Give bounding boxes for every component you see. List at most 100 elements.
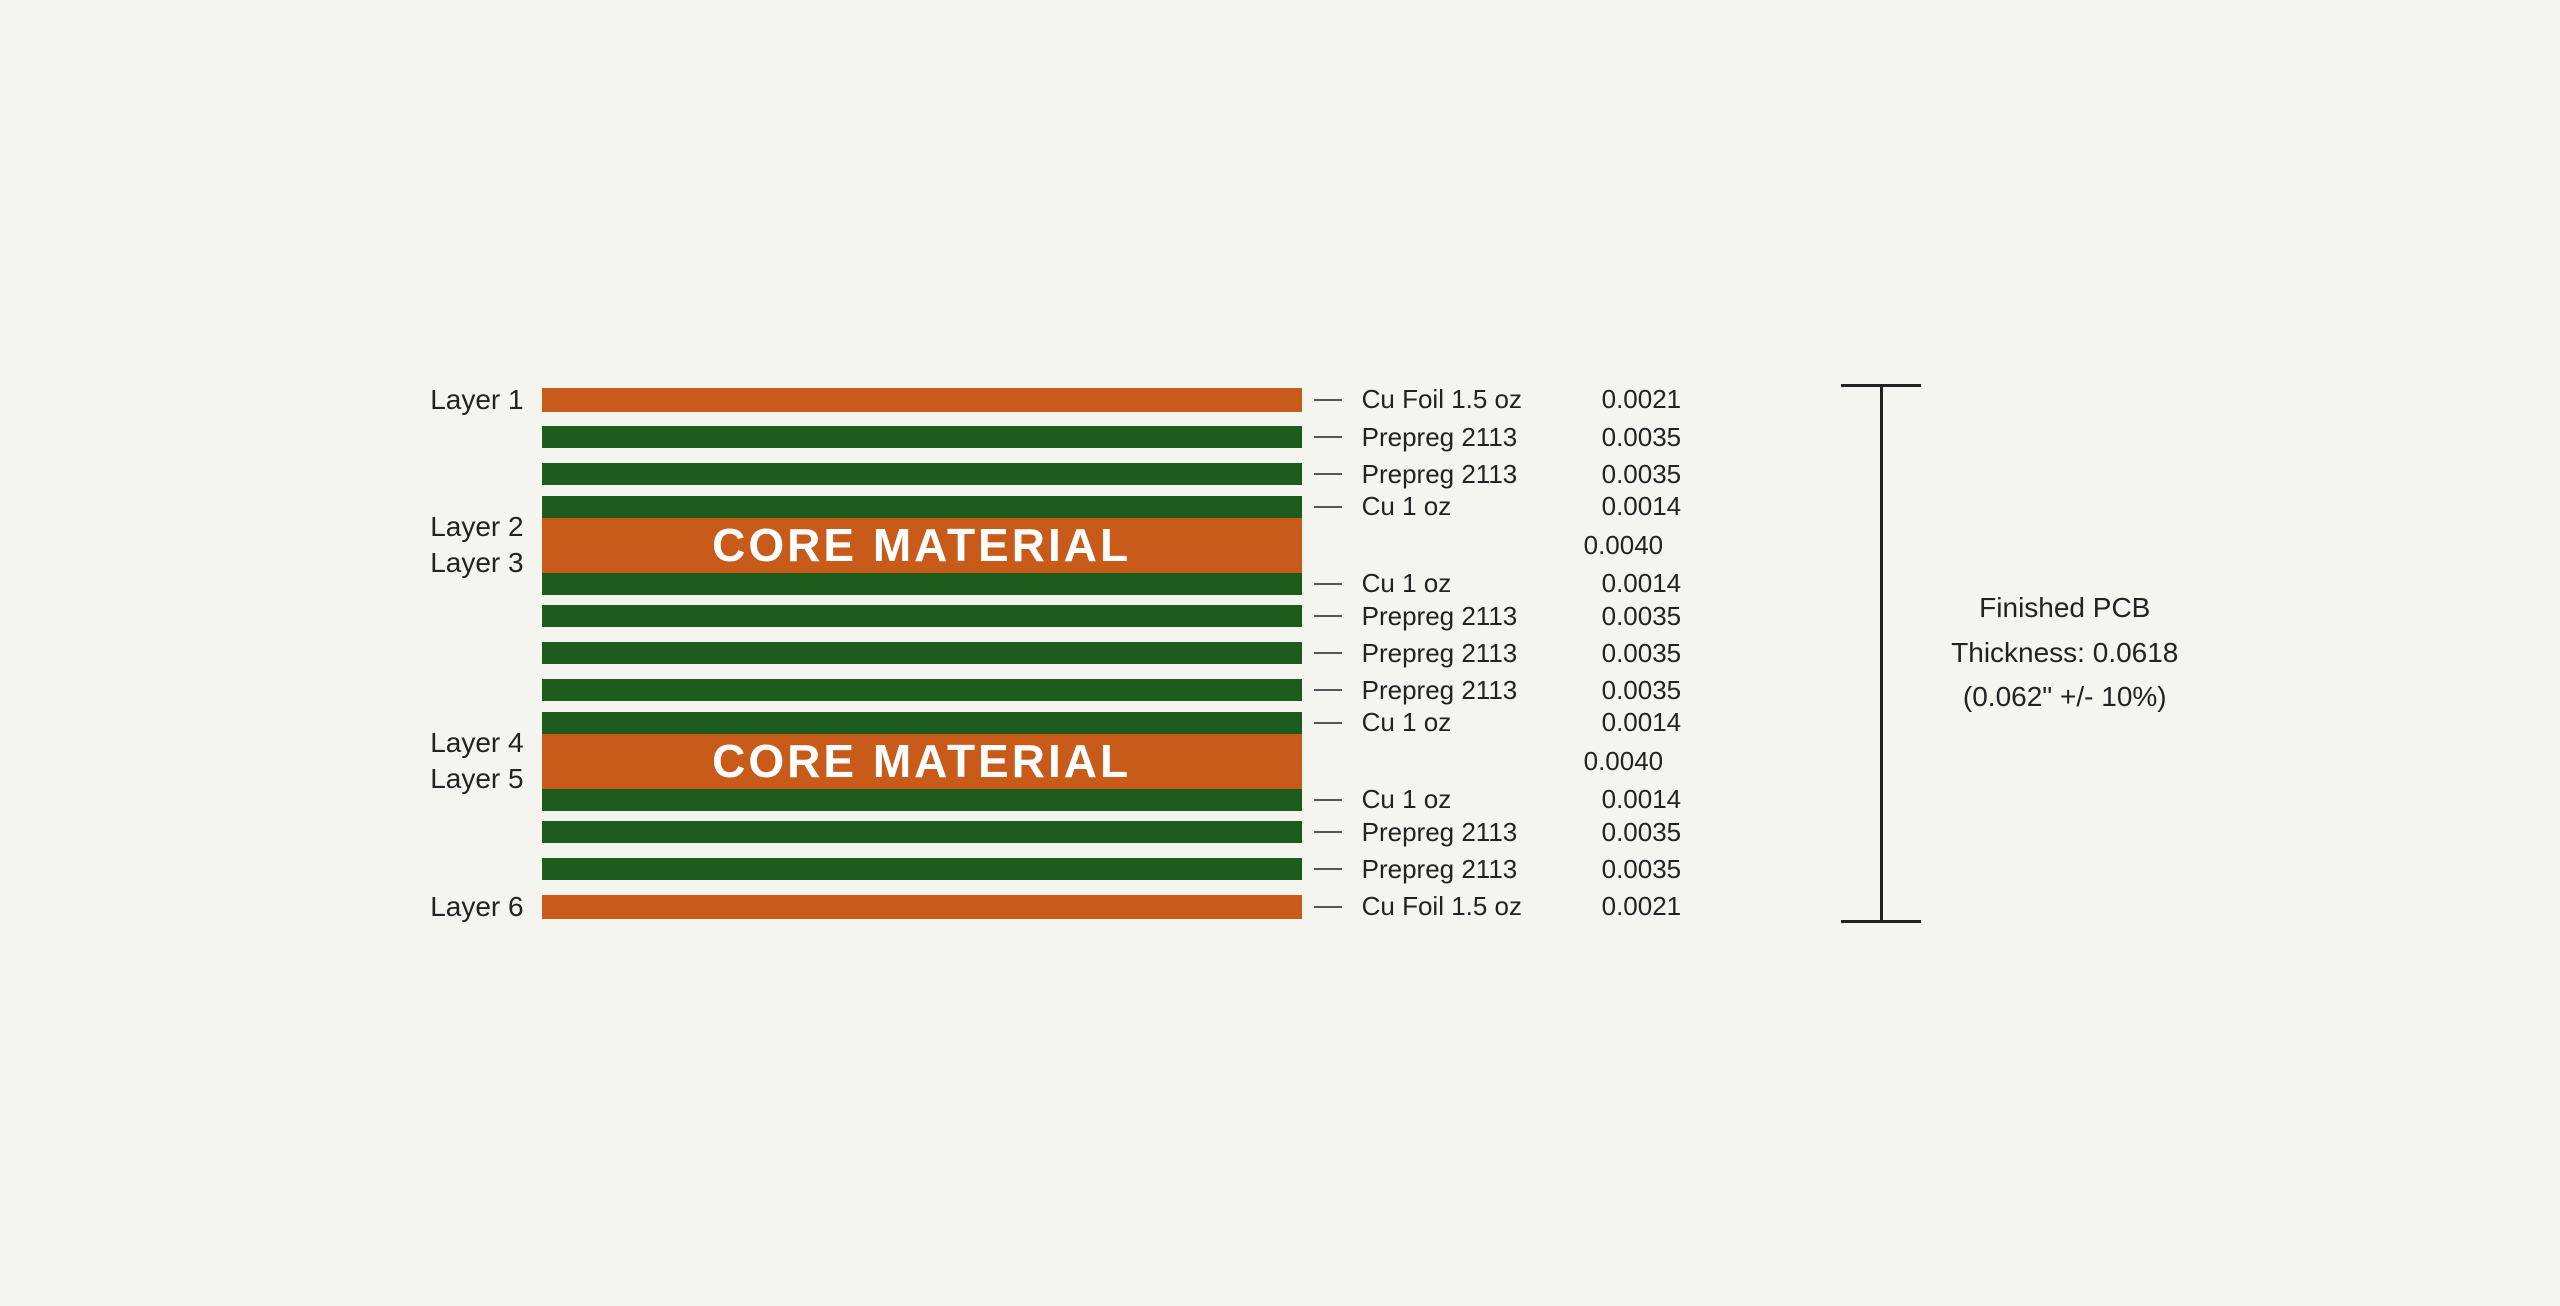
dimension-section: Finished PCB Thickness: 0.0618 (0.062" +… (1841, 384, 2178, 923)
mat-prepreg1: Prepreg 2113 (1362, 422, 1582, 453)
ann-prepreg5: Prepreg 2113 0.0035 (1314, 675, 1682, 706)
row-core2: Layer 4 Layer 5 CORE MATERIAL Cu 1 oz 0.… (382, 712, 1682, 811)
mat-prepreg6: Prepreg 2113 (1362, 817, 1582, 848)
core1-label: CORE MATERIAL (712, 518, 1131, 572)
dim-vertical (1880, 387, 1883, 920)
row-layer6: Layer 6 Cu Foil 1.5 oz 0.0021 (382, 891, 1682, 923)
row-prepreg1: Prepreg 2113 0.0035 (382, 422, 1682, 453)
thick-core1-top: 0.0014 (1602, 491, 1682, 522)
thick-core1-mid: 0.0040 (1584, 530, 1664, 561)
core1-cu-top (542, 496, 1302, 518)
ann-layer6: Cu Foil 1.5 oz 0.0021 (1314, 891, 1682, 922)
ann-core2: Cu 1 oz 0.0014 0.0040 Cu 1 oz 0.0014 (1314, 712, 1682, 811)
bar-prepreg1 (542, 426, 1302, 448)
row-prepreg2: Prepreg 2113 0.0035 (382, 459, 1682, 490)
core1-middle: CORE MATERIAL (542, 518, 1302, 573)
ann-layer1: Cu Foil 1.5 oz 0.0021 (1314, 384, 1682, 415)
mat-core2-top: Cu 1 oz (1362, 707, 1582, 738)
ann-prepreg7: Prepreg 2113 0.0035 (1314, 854, 1682, 885)
mat-prepreg3: Prepreg 2113 (1362, 601, 1582, 632)
tick-core2-top (1314, 722, 1342, 724)
thick-core2-top: 0.0014 (1602, 707, 1682, 738)
ann-core2-mid: 0.0040 (1314, 750, 1682, 772)
mat-layer6: Cu Foil 1.5 oz (1362, 891, 1582, 922)
ann-prepreg2: Prepreg 2113 0.0035 (1314, 459, 1682, 490)
mat-core2-bot: Cu 1 oz (1362, 784, 1582, 815)
tick-prepreg1 (1314, 436, 1342, 438)
ann-core1: Cu 1 oz 0.0014 0.0040 Cu 1 oz 0.0014 (1314, 496, 1682, 595)
thick-core2-mid: 0.0040 (1584, 746, 1664, 777)
mat-prepreg4: Prepreg 2113 (1362, 638, 1582, 669)
ann-core2-bot: Cu 1 oz 0.0014 (1314, 789, 1682, 811)
bar-prepreg5 (542, 679, 1302, 701)
thick-prepreg7: 0.0035 (1602, 854, 1682, 885)
bar-prepreg6 (542, 821, 1302, 843)
row-prepreg6: Prepreg 2113 0.0035 (382, 817, 1682, 848)
tick-layer6 (1314, 906, 1342, 908)
row-prepreg4: Prepreg 2113 0.0035 (382, 638, 1682, 669)
core2-cu-top (542, 712, 1302, 734)
row-layer1: Layer 1 Cu Foil 1.5 oz 0.0021 (382, 384, 1682, 416)
core1-cu-bottom (542, 573, 1302, 595)
diagram-wrapper: Layer 1 Cu Foil 1.5 oz 0.0021 Prepreg 21… (302, 324, 2259, 983)
tick-prepreg2 (1314, 473, 1342, 475)
thick-prepreg4: 0.0035 (1602, 638, 1682, 669)
dim-cap-bottom (1841, 920, 1921, 923)
tick-layer1 (1314, 399, 1342, 401)
thick-prepreg3: 0.0035 (1602, 601, 1682, 632)
tick-prepreg6 (1314, 831, 1342, 833)
row-core1: Layer 2 Layer 3 CORE MATERIAL Cu 1 oz 0.… (382, 496, 1682, 595)
left-label-layer6: Layer 6 (382, 891, 542, 923)
mat-core1-bot: Cu 1 oz (1362, 568, 1582, 599)
core2-cu-bottom (542, 789, 1302, 811)
left-labels-core2: Layer 4 Layer 5 (382, 712, 542, 811)
thick-layer1: 0.0021 (1602, 384, 1682, 415)
mat-prepreg7: Prepreg 2113 (1362, 854, 1582, 885)
bar-prepreg7 (542, 858, 1302, 880)
core2-bars: CORE MATERIAL (542, 712, 1302, 811)
thick-layer6: 0.0021 (1602, 891, 1682, 922)
tick-core1-top (1314, 506, 1342, 508)
tick-prepreg4 (1314, 652, 1342, 654)
tick-prepreg5 (1314, 689, 1342, 691)
stack-rows: Layer 1 Cu Foil 1.5 oz 0.0021 Prepreg 21… (382, 384, 1682, 923)
mat-layer1: Cu Foil 1.5 oz (1362, 384, 1582, 415)
ann-core1-bot: Cu 1 oz 0.0014 (1314, 573, 1682, 595)
thick-prepreg6: 0.0035 (1602, 817, 1682, 848)
ann-prepreg1: Prepreg 2113 0.0035 (1314, 422, 1682, 453)
left-labels-core1: Layer 2 Layer 3 (382, 496, 542, 595)
dimension-label: Finished PCB Thickness: 0.0618 (0.062" +… (1951, 586, 2178, 720)
core1-bars: CORE MATERIAL (542, 496, 1302, 595)
ann-core2-top: Cu 1 oz 0.0014 (1314, 712, 1682, 734)
stack-section: Layer 1 Cu Foil 1.5 oz 0.0021 Prepreg 21… (382, 384, 1682, 923)
thick-core2-bot: 0.0014 (1602, 784, 1682, 815)
row-prepreg7: Prepreg 2113 0.0035 (382, 854, 1682, 885)
tick-core2-bot (1314, 799, 1342, 801)
bar-prepreg2 (542, 463, 1302, 485)
row-prepreg5: Prepreg 2113 0.0035 (382, 675, 1682, 706)
mat-prepreg2: Prepreg 2113 (1362, 459, 1582, 490)
mat-core1-top: Cu 1 oz (1362, 491, 1582, 522)
core2-label: CORE MATERIAL (712, 734, 1131, 788)
thick-prepreg5: 0.0035 (1602, 675, 1682, 706)
bar-copper-top (542, 388, 1302, 412)
dimension-line-group (1841, 384, 1921, 923)
row-prepreg3: Prepreg 2113 0.0035 (382, 601, 1682, 632)
thick-prepreg2: 0.0035 (1602, 459, 1682, 490)
ann-core1-mid: 0.0040 (1314, 534, 1682, 556)
bar-prepreg3 (542, 605, 1302, 627)
mat-prepreg5: Prepreg 2113 (1362, 675, 1582, 706)
bar-copper-bottom (542, 895, 1302, 919)
thick-prepreg1: 0.0035 (1602, 422, 1682, 453)
bar-prepreg4 (542, 642, 1302, 664)
tick-prepreg7 (1314, 868, 1342, 870)
ann-core1-top: Cu 1 oz 0.0014 (1314, 496, 1682, 518)
ann-prepreg4: Prepreg 2113 0.0035 (1314, 638, 1682, 669)
tick-prepreg3 (1314, 615, 1342, 617)
thick-core1-bot: 0.0014 (1602, 568, 1682, 599)
ann-prepreg6: Prepreg 2113 0.0035 (1314, 817, 1682, 848)
tick-core1-bot (1314, 583, 1342, 585)
core2-middle: CORE MATERIAL (542, 734, 1302, 789)
ann-prepreg3: Prepreg 2113 0.0035 (1314, 601, 1682, 632)
left-label-layer1: Layer 1 (382, 384, 542, 416)
